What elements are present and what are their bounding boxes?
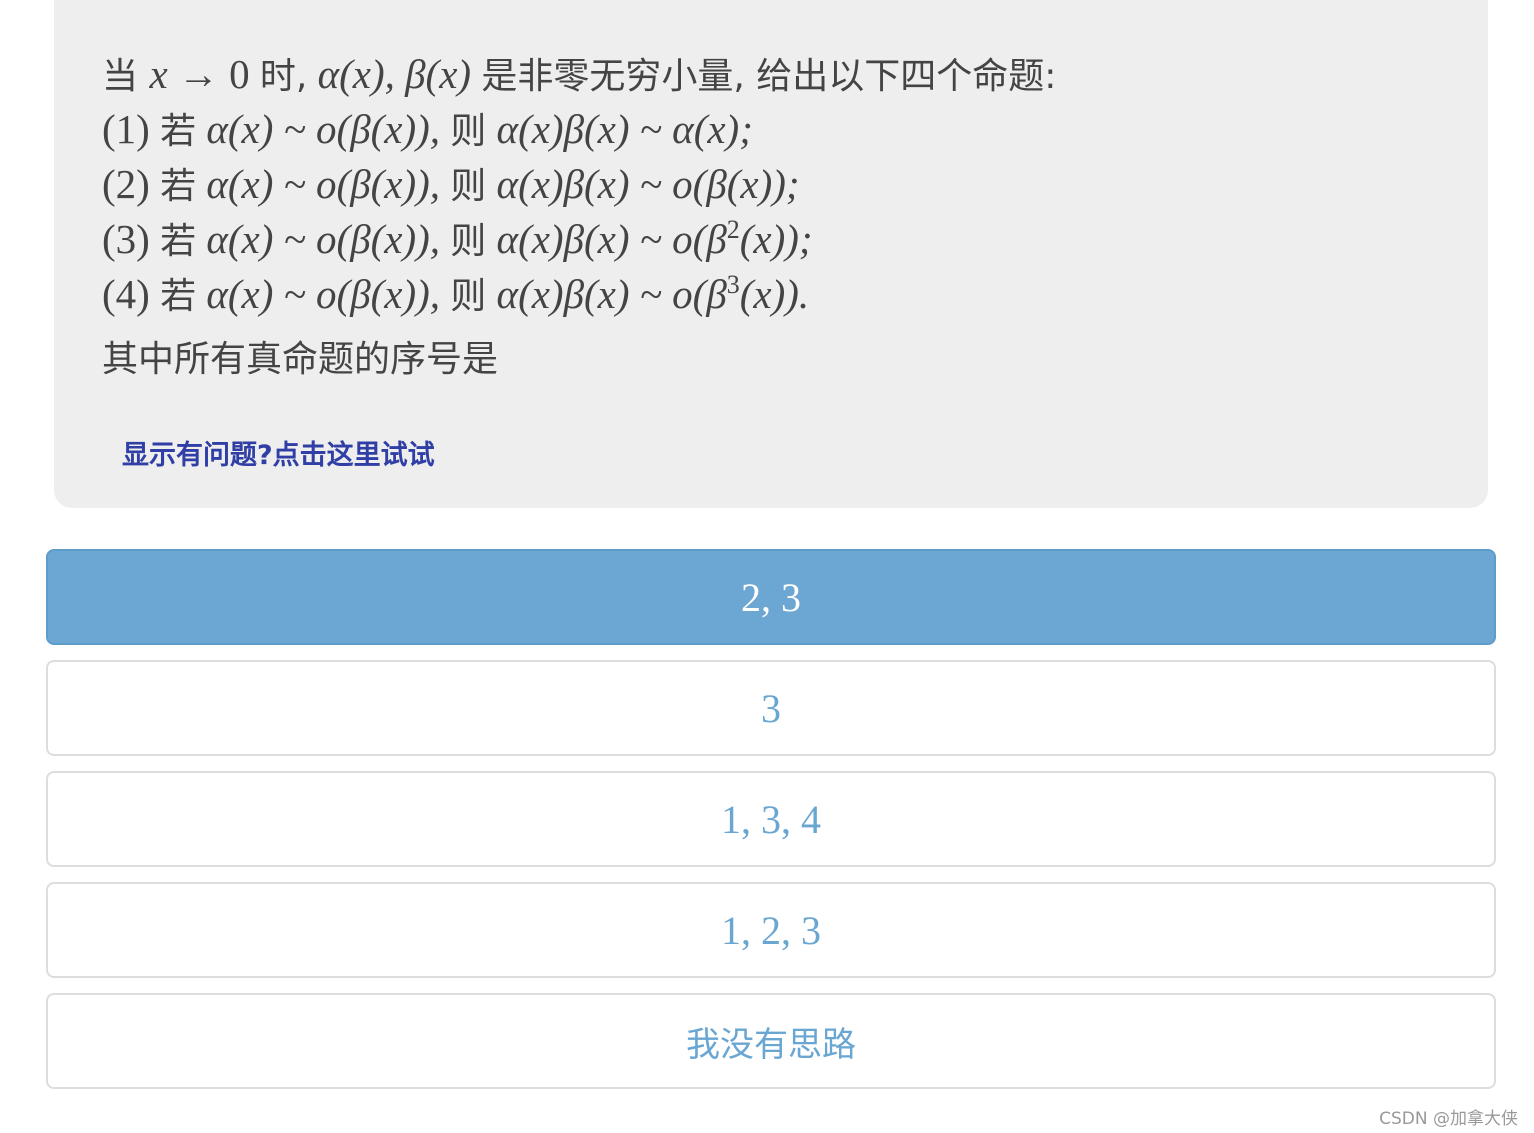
- question-statement: 当 x → 0 时, α(x), β(x) 是非零无穷小量, 给出以下四个命题:…: [102, 48, 1056, 323]
- question-card: 当 x → 0 时, α(x), β(x) 是非零无穷小量, 给出以下四个命题:…: [54, 0, 1488, 508]
- answer-option-d[interactable]: 1, 2, 3: [46, 882, 1496, 978]
- question-intro: 当 x → 0 时, α(x), β(x) 是非零无穷小量, 给出以下四个命题:: [102, 51, 1057, 97]
- watermark: CSDN @加拿大侠: [1379, 1109, 1518, 1129]
- proposition-3: (3) 若 α(x) ~ o(β(x)), 则 α(x)β(x) ~ o(β2(…: [102, 215, 813, 262]
- no-idea-option[interactable]: 我没有思路: [46, 993, 1496, 1089]
- display-problem-help-link[interactable]: 显示有问题?点击这里试试: [122, 437, 435, 475]
- answer-options: 2, 3 3 1, 3, 4 1, 2, 3 我没有思路: [46, 549, 1496, 1104]
- proposition-2: (2) 若 α(x) ~ o(β(x)), 则 α(x)β(x) ~ o(β(x…: [102, 161, 800, 207]
- proposition-1: (1) 若 α(x) ~ o(β(x)), 则 α(x)β(x) ~ α(x);: [102, 106, 753, 152]
- answer-option-c[interactable]: 1, 3, 4: [46, 771, 1496, 867]
- question-prompt: 其中所有真命题的序号是: [102, 339, 499, 380]
- answer-option-a[interactable]: 2, 3: [46, 549, 1496, 645]
- answer-option-b[interactable]: 3: [46, 660, 1496, 756]
- proposition-4: (4) 若 α(x) ~ o(β(x)), 则 α(x)β(x) ~ o(β3(…: [102, 270, 810, 317]
